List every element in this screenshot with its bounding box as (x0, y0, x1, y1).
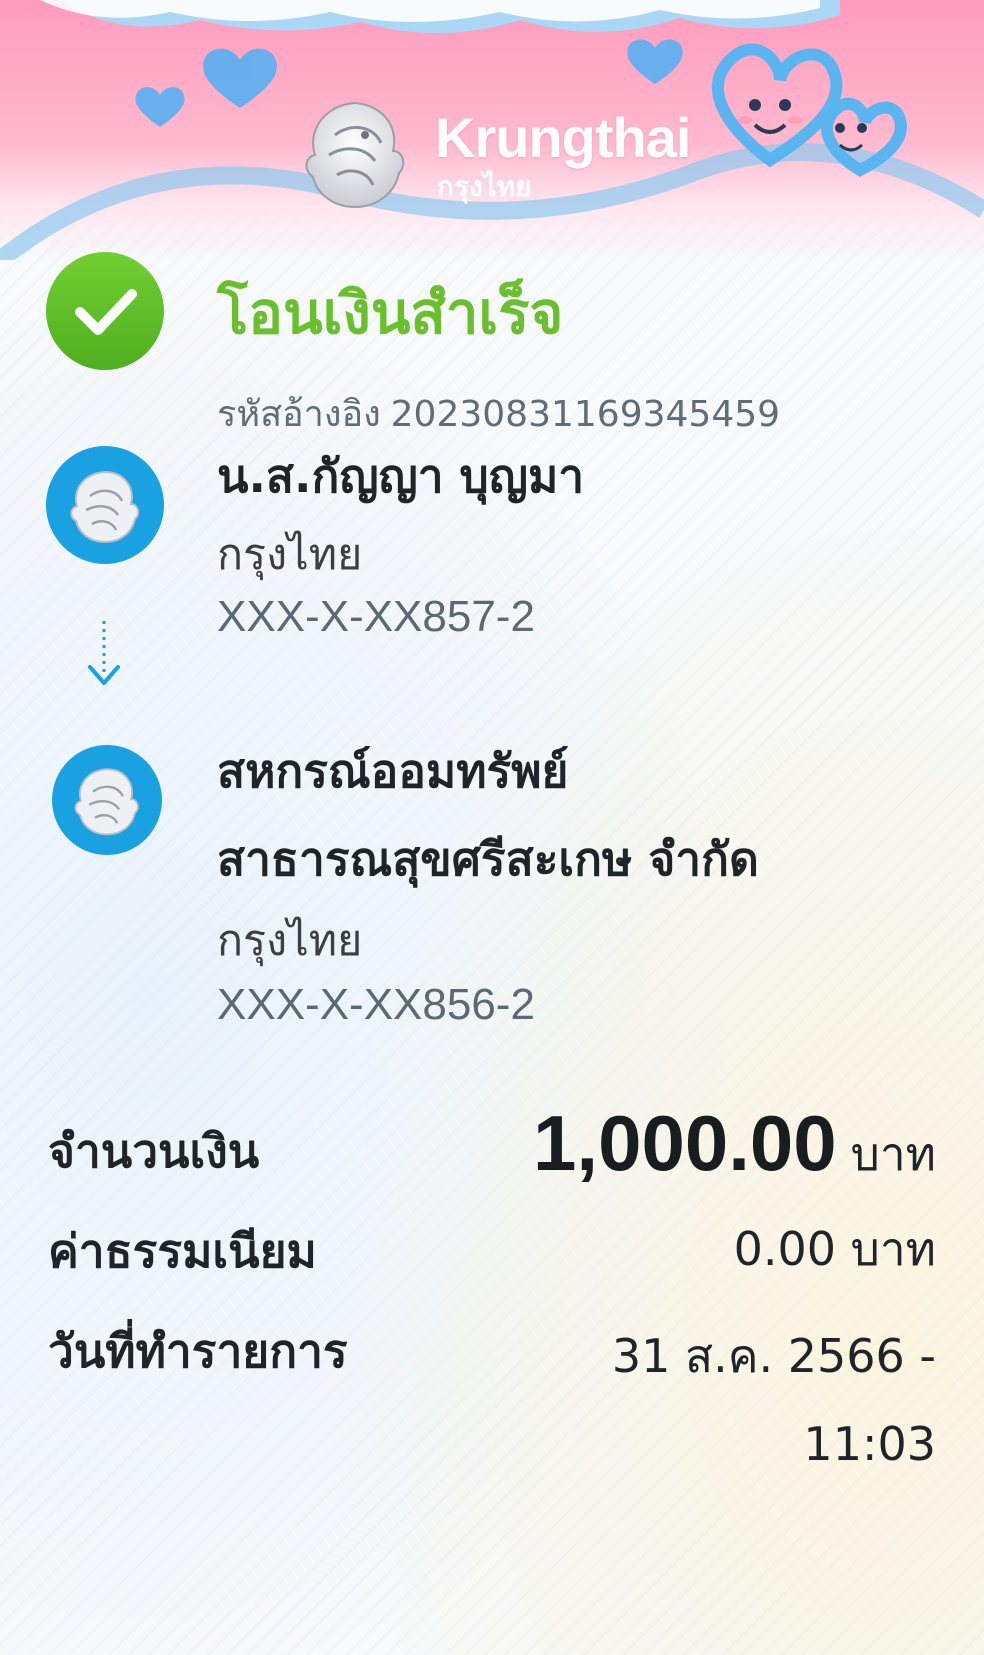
krungthai-bird-logo-icon (74, 768, 139, 836)
reference-number: รหัสอ้างอิง 20230831169345459 (217, 385, 790, 442)
fee-label: ค่าธรรมเนียม (48, 1224, 317, 1278)
arrow-down-icon (88, 621, 120, 685)
krungthai-bird-logo-icon (70, 470, 140, 544)
transaction-time: 11:03 (803, 1417, 936, 1471)
transfer-success-title: โอนเงินสำเร็จ (217, 279, 564, 347)
amount-value-row: 1,000.00 บาท (533, 1098, 936, 1191)
receiver-account: XXX-X-XX856-2 (217, 980, 535, 1029)
amount-value: 1,000.00 (533, 1099, 837, 1187)
receiver-bank-avatar (52, 745, 162, 855)
transaction-date: 31 ส.ค. 2566 - (611, 1329, 936, 1383)
sender-name: น.ส.กัญญา บุญมา (217, 449, 585, 503)
receiver-name-line2: สาธารณสุขศรีสะเกษ จำกัด (217, 832, 759, 886)
transaction-datetime: 31 ส.ค. 2566 - 11:03 (612, 1312, 936, 1488)
check-icon (75, 289, 137, 335)
success-badge (46, 252, 164, 370)
sender-bank: กรุงไทย (217, 530, 363, 580)
receiver-bank: กรุงไทย (217, 916, 363, 966)
sender-bank-avatar (46, 446, 164, 564)
brand-name-en: Krungthai (435, 106, 691, 169)
reference-value: 20230831169345459 (390, 394, 781, 435)
receiver-name-line1: สหกรณ์ออมทรัพย์ (217, 744, 569, 798)
fee-value: 0.00 บาท (733, 1222, 936, 1276)
header-banner: Krungthai กรุงไทย (0, 0, 984, 260)
transaction-date-label: วันที่ทำรายการ (48, 1324, 348, 1378)
reference-label: รหัสอ้างอิง (217, 394, 381, 435)
amount-label: จำนวนเงิน (48, 1124, 260, 1178)
brand-lockup: Krungthai กรุงไทย (295, 95, 715, 215)
amount-unit: บาท (850, 1127, 936, 1181)
brand-name-th: กรุงไทย (437, 170, 532, 203)
krungthai-bird-logo-icon (305, 101, 405, 209)
sender-account: XXX-X-XX857-2 (217, 592, 535, 641)
